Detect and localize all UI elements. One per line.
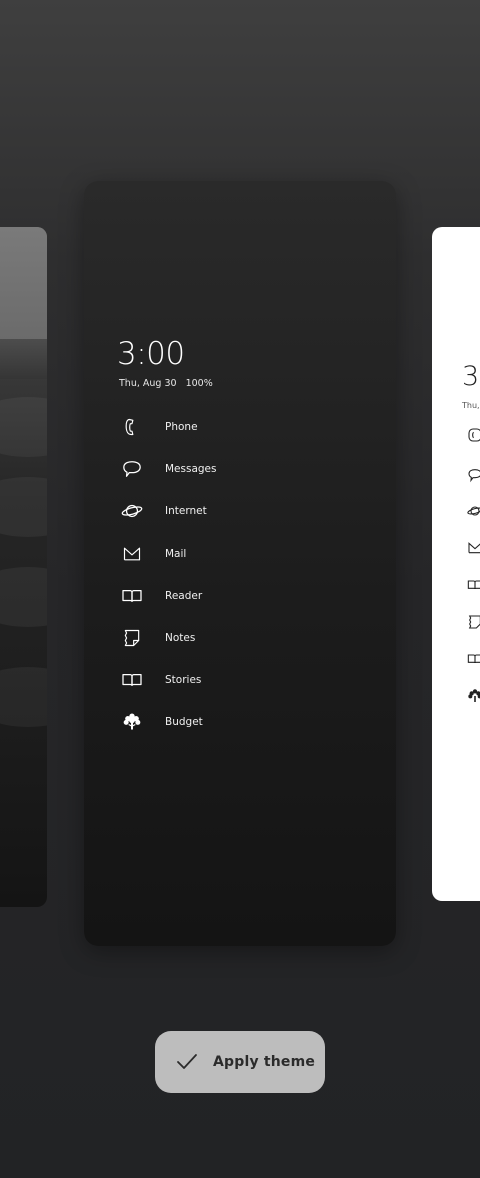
preview-app-stories: Stories — [120, 659, 217, 701]
note-icon — [120, 626, 144, 650]
preview-date-line: Thu, Aug 30 100% — [119, 378, 213, 389]
apply-theme-label: Apply theme — [213, 1054, 316, 1070]
wallpaper-hills — [0, 339, 47, 379]
preview-app-reader: Reader — [120, 575, 217, 617]
open-book-icon — [120, 668, 144, 692]
next-preview-date: Thu, — [462, 401, 480, 410]
wallpaper-dune — [0, 567, 47, 627]
preview-app-label: Internet — [165, 505, 207, 518]
wallpaper-dune — [0, 667, 47, 727]
preview-app-budget: Budget — [120, 701, 217, 743]
tree-icon — [468, 689, 480, 702]
preview-app-messages: Messages — [120, 448, 217, 490]
note-icon — [468, 615, 480, 629]
open-book-icon — [467, 580, 480, 590]
mail-icon — [468, 542, 480, 554]
checkmark-icon — [177, 1054, 197, 1069]
message-bubble-icon — [468, 469, 480, 483]
preview-app-internet: Internet — [120, 490, 217, 532]
preview-app-label: Reader — [165, 589, 203, 602]
preview-app-label: Budget — [165, 716, 203, 729]
preview-app-notes: Notes — [120, 617, 217, 659]
preview-app-label: Notes — [165, 632, 196, 645]
preview-date: Thu, Aug 30 — [119, 378, 177, 389]
theme-card-selected[interactable]: 3:00 Thu, Aug 30 100% Phone Messages Int… — [84, 181, 396, 946]
open-book-icon — [120, 584, 144, 608]
wallpaper-dune — [0, 477, 47, 537]
next-preview-clock: 3 — [462, 361, 480, 392]
preview-app-label: Messages — [165, 463, 217, 476]
preview-app-mail: Mail — [120, 533, 217, 575]
preview-app-label: Phone — [165, 421, 198, 434]
wallpaper-dune — [0, 397, 47, 457]
wallpaper-sky — [0, 227, 47, 347]
mail-icon — [120, 542, 144, 566]
preview-app-label: Stories — [165, 674, 202, 687]
preview-battery: 100% — [185, 378, 213, 389]
theme-card-next[interactable]: 3 Thu, — [432, 227, 480, 901]
apply-theme-button[interactable]: Apply theme — [155, 1031, 325, 1093]
phone-icon — [468, 428, 480, 442]
theme-card-previous[interactable] — [0, 227, 47, 907]
planet-icon — [467, 506, 480, 516]
preview-app-list: Phone Messages Internet Mail Reader Note… — [120, 406, 217, 744]
preview-app-phone: Phone — [120, 406, 217, 448]
preview-clock: 3:00 — [117, 336, 185, 372]
tree-icon — [120, 710, 144, 734]
planet-icon — [120, 499, 144, 523]
open-book-icon — [467, 654, 480, 664]
preview-app-label: Mail — [165, 547, 187, 560]
phone-icon — [120, 415, 144, 439]
message-bubble-icon — [120, 457, 144, 481]
